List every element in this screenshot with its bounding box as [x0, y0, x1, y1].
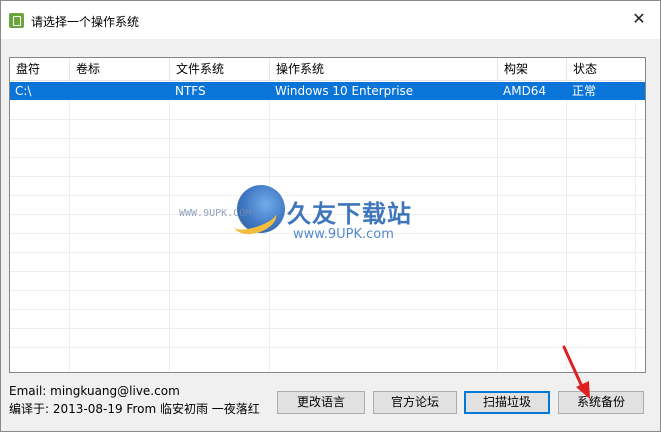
change-language-button[interactable]: 更改语言 [277, 391, 365, 414]
app-window: 请选择一个操作系统 ✕ 盘符 卷标 文件系统 操作系统 构架 状态 C:\ NT… [0, 0, 661, 432]
column-header-drive[interactable]: 盘符 [10, 58, 70, 81]
grid-line [10, 252, 645, 253]
list-header: 盘符 卷标 文件系统 操作系统 构架 状态 [10, 58, 645, 81]
close-icon[interactable]: ✕ [624, 7, 654, 31]
column-header-label[interactable]: 卷标 [70, 58, 170, 81]
grid-line [10, 290, 645, 291]
cell-os: Windows 10 Enterprise [275, 84, 414, 98]
cell-arch: AMD64 [503, 84, 547, 98]
scan-junk-button[interactable]: 扫描垃圾 [464, 391, 550, 414]
cell-status: 正常 [572, 84, 597, 98]
app-icon [9, 13, 24, 28]
cell-drive: C:\ [15, 84, 32, 98]
red-arrow-annotation-icon [562, 345, 590, 399]
grid-line [10, 271, 645, 272]
grid-line [10, 347, 645, 348]
grid-line [10, 176, 645, 177]
table-row[interactable]: C:\ NTFS Windows 10 Enterprise AMD64 正常 [10, 82, 645, 100]
window-title: 请选择一个操作系统 [31, 15, 140, 29]
cell-label [70, 82, 170, 100]
watermark-url: www.9UPK.com [293, 227, 394, 242]
column-header-arch[interactable]: 构架 [498, 58, 567, 81]
forum-button[interactable]: 官方论坛 [373, 391, 457, 414]
watermark-small-text: WWW.9UPK.COM [179, 208, 252, 219]
watermark-title: 久友下载站 [287, 200, 412, 228]
grid-line [10, 138, 645, 139]
grid-line [10, 157, 645, 158]
compiled-text: 编译于: 2013-08-19 From 临安初雨 一夜落红 [9, 402, 260, 416]
column-header-os[interactable]: 操作系统 [270, 58, 498, 81]
grid-line [10, 119, 645, 120]
column-header-filesystem[interactable]: 文件系统 [170, 58, 270, 81]
cell-filesystem: NTFS [175, 84, 206, 98]
email-text: Email: mingkuang@live.com [9, 384, 180, 398]
grid-line [10, 328, 645, 329]
column-header-status[interactable]: 状态 [567, 58, 645, 81]
title-bar: 请选择一个操作系统 ✕ [1, 1, 660, 39]
grid-line [10, 309, 645, 310]
